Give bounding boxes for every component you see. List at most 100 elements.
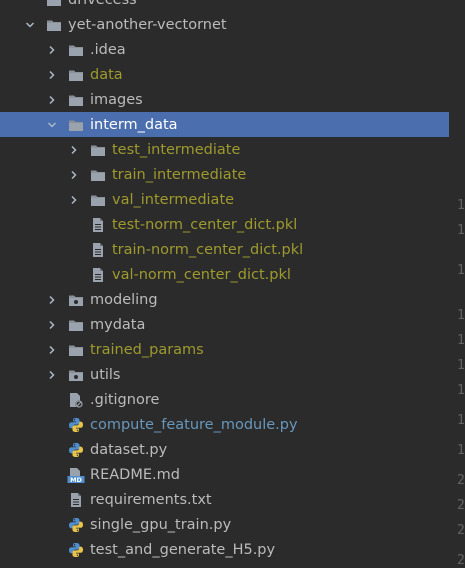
tree-item-compute-feature-module-py[interactable]: compute_feature_module.py	[0, 412, 449, 437]
file-icon	[89, 217, 107, 233]
folder-icon	[67, 342, 85, 358]
python-file-icon	[67, 542, 85, 558]
editor-line-gutter: 1111111112222	[449, 0, 465, 568]
tree-item-label: drivecess	[68, 0, 137, 8]
chevron-right-icon[interactable]	[69, 168, 79, 182]
folder-icon	[67, 67, 85, 83]
folder-icon	[45, 0, 63, 8]
line-number: 1	[457, 223, 465, 238]
line-number: 1	[457, 443, 465, 458]
package-folder-icon	[67, 292, 85, 308]
folder-icon	[89, 142, 107, 158]
tree-item-label: requirements.txt	[90, 491, 212, 508]
line-number: 1	[457, 198, 465, 213]
tree-item-val-intermediate[interactable]: val_intermediate	[0, 187, 449, 212]
chevron-right-icon[interactable]	[47, 368, 57, 382]
python-file-icon	[67, 517, 85, 533]
tree-item-label: test_intermediate	[112, 141, 241, 158]
tree-item-label: train-norm_center_dict.pkl	[112, 241, 304, 258]
tree-item-test-norm-center-dict-pkl[interactable]: test-norm_center_dict.pkl	[0, 212, 449, 237]
chevron-right-icon[interactable]	[69, 143, 79, 157]
tree-item-label: single_gpu_train.py	[90, 516, 232, 533]
chevron-right-icon[interactable]	[47, 318, 57, 332]
tree-item-label: val_intermediate	[112, 191, 235, 208]
folder-icon	[67, 42, 85, 58]
tree-item-label: test_and_generate_H5.py	[90, 541, 276, 558]
chevron-right-icon[interactable]	[47, 293, 57, 307]
tree-item-file[interactable]	[0, 562, 449, 566]
line-number: 2	[457, 523, 465, 538]
tree-item-label: dataset.py	[90, 441, 168, 458]
file-icon	[89, 267, 107, 283]
tree-item-label: images	[90, 91, 143, 108]
tree-item-dataset-py[interactable]: dataset.py	[0, 437, 449, 462]
chevron-right-icon[interactable]	[47, 68, 57, 82]
tree-item-label: mydata	[90, 316, 146, 333]
svg-text:MD: MD	[70, 476, 82, 483]
line-number: 2	[457, 473, 465, 488]
tree-item-requirements-txt[interactable]: requirements.txt	[0, 487, 449, 512]
chevron-right-icon[interactable]	[69, 193, 79, 207]
tree-item-mydata[interactable]: mydata	[0, 312, 449, 337]
tree-item-utils[interactable]: utils	[0, 362, 449, 387]
chevron-right-icon[interactable]	[47, 93, 57, 107]
tree-item-label: yet-another-vectornet	[68, 16, 227, 33]
tree-item-val-norm-center-dict-pkl[interactable]: val-norm_center_dict.pkl	[0, 262, 449, 287]
tree-item-idea[interactable]: .idea	[0, 37, 449, 62]
project-tree: drivecess yet-another-vectornet .idea data i…	[0, 0, 449, 566]
tree-item-test-and-generate-h5-py[interactable]: test_and_generate_H5.py	[0, 537, 449, 562]
chevron-down-icon[interactable]	[25, 18, 35, 32]
tree-item-trained-params[interactable]: trained_params	[0, 337, 449, 362]
python-file-icon	[67, 442, 85, 458]
folder-icon	[89, 192, 107, 208]
tree-item-gitignore[interactable]: .gitignore	[0, 387, 449, 412]
tree-item-train-norm-center-dict-pkl[interactable]: train-norm_center_dict.pkl	[0, 237, 449, 262]
tree-item-label: .idea	[90, 41, 126, 58]
line-number: 2	[457, 498, 465, 513]
tree-item-label: interm_data	[90, 116, 178, 133]
text-file-icon	[67, 492, 85, 508]
line-number: 1	[457, 358, 465, 373]
line-number: 1	[457, 333, 465, 348]
package-folder-icon	[67, 367, 85, 383]
line-number: 1	[457, 413, 465, 428]
file-icon	[89, 242, 107, 258]
tree-item-test-intermediate[interactable]: test_intermediate	[0, 137, 449, 162]
tree-item-label: compute_feature_module.py	[90, 416, 298, 433]
line-number: 1	[457, 308, 465, 323]
tree-item-data[interactable]: data	[0, 62, 449, 87]
tree-item-drivecess[interactable]: drivecess	[0, 0, 449, 12]
python-file-icon	[67, 417, 85, 433]
tree-item-label: data	[90, 66, 123, 83]
tree-item-label: README.md	[90, 466, 180, 483]
chevron-right-icon[interactable]	[47, 343, 57, 357]
chevron-down-icon[interactable]	[47, 118, 57, 132]
tree-item-modeling[interactable]: modeling	[0, 287, 449, 312]
tree-item-train-intermediate[interactable]: train_intermediate	[0, 162, 449, 187]
tree-item-single-gpu-train-py[interactable]: single_gpu_train.py	[0, 512, 449, 537]
tree-item-interm-data[interactable]: interm_data	[0, 112, 449, 137]
tree-item-label: train_intermediate	[112, 166, 247, 183]
tree-item-label: trained_params	[90, 341, 204, 358]
tree-item-label: val-norm_center_dict.pkl	[112, 266, 291, 283]
tree-item-images[interactable]: images	[0, 87, 449, 112]
tree-item-label: test-norm_center_dict.pkl	[112, 216, 298, 233]
chevron-right-icon[interactable]	[47, 43, 57, 57]
gitignore-file-icon	[67, 392, 85, 408]
tree-item-readme-md[interactable]: MD README.md	[0, 462, 449, 487]
folder-icon	[89, 167, 107, 183]
tree-item-yet-another-vectornet[interactable]: yet-another-vectornet	[0, 12, 449, 37]
markdown-file-icon: MD	[67, 467, 85, 483]
folder-icon	[45, 17, 63, 33]
folder-icon	[67, 317, 85, 333]
tree-item-label: .gitignore	[90, 391, 160, 408]
